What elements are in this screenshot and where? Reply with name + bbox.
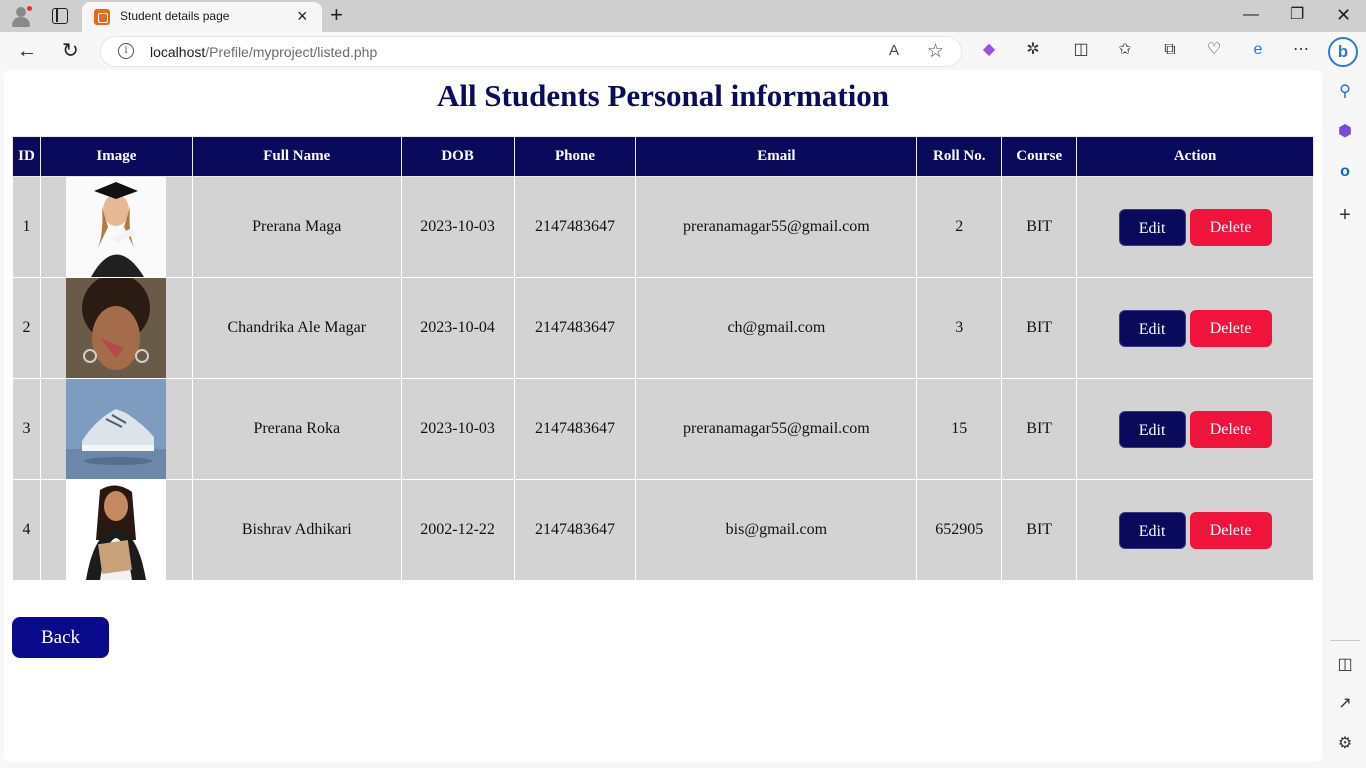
back-arrow-icon[interactable]: ← xyxy=(17,39,37,63)
graduate-woman-photo xyxy=(66,177,167,277)
cell-course: BIT xyxy=(1001,277,1078,379)
cell-email: preranamagar55@gmail.com xyxy=(635,176,918,278)
page-title: All Students Personal information xyxy=(436,78,890,113)
cell-action: Edit Delete xyxy=(1076,378,1314,480)
cell-action: Edit Delete xyxy=(1076,479,1314,581)
open-external-icon[interactable]: ↗ xyxy=(1335,694,1355,714)
search-icon[interactable]: ⚲ xyxy=(1335,82,1355,102)
header-roll-no: Roll No. xyxy=(916,136,1003,177)
close-window-icon[interactable]: ✕ xyxy=(1336,4,1351,26)
cell-course: BIT xyxy=(1001,176,1078,278)
favorite-star-icon[interactable]: ☆ xyxy=(927,40,944,63)
browser-essentials-icon[interactable]: ♡ xyxy=(1205,41,1223,59)
xampp-favicon-icon xyxy=(94,9,110,25)
delete-button[interactable]: Delete xyxy=(1189,511,1272,549)
profile-icon[interactable] xyxy=(9,5,33,27)
site-info-icon[interactable]: i xyxy=(118,43,134,59)
address-bar[interactable]: i localhost/Prefile/myproject/listed.php… xyxy=(100,36,962,67)
table-row: 3 Prerana Roka 2023-10-03 2147483647 pre… xyxy=(12,378,1314,480)
browser-sidebar: ⚲ ⬢ o + ◫ ↗ ⚙ xyxy=(1324,70,1366,768)
more-menu-icon[interactable]: ⋯ xyxy=(1292,41,1310,59)
cell-id: 4 xyxy=(12,479,41,581)
cell-course: BIT xyxy=(1001,378,1078,480)
header-action: Action xyxy=(1076,136,1314,177)
edge-icon[interactable]: e xyxy=(1249,41,1267,59)
favorites-icon[interactable]: ✩ xyxy=(1116,41,1134,59)
bing-icon[interactable]: b xyxy=(1328,37,1358,67)
cell-id: 3 xyxy=(12,378,41,480)
hide-sidebar-icon[interactable]: ◫ xyxy=(1335,655,1355,675)
refresh-icon[interactable]: ↻ xyxy=(62,39,79,63)
cell-full-name: Prerana Maga xyxy=(191,176,402,278)
browser-tab[interactable]: Student details page × xyxy=(82,2,322,32)
tab-actions-icon[interactable] xyxy=(52,8,68,24)
browser-toolbar: ← ↻ i localhost/Prefile/myproject/listed… xyxy=(0,32,1366,70)
cell-roll-no: 3 xyxy=(916,277,1003,379)
collections-icon[interactable]: ⧉ xyxy=(1161,41,1179,59)
edit-button[interactable]: Edit xyxy=(1118,410,1186,448)
restore-icon[interactable]: ❐ xyxy=(1290,4,1304,26)
cell-phone: 2147483647 xyxy=(513,479,637,581)
cell-phone: 2147483647 xyxy=(513,277,637,379)
cell-email: preranamagar55@gmail.com xyxy=(635,378,918,480)
split-screen-icon[interactable]: ◫ xyxy=(1072,41,1090,59)
student-woman-photo xyxy=(66,480,167,580)
table-row: 1 Prerana Maga 2023-10-03 2147483647 pre… xyxy=(12,176,1314,278)
woman-portrait-photo xyxy=(66,278,167,378)
extensions-icon[interactable]: ✲ xyxy=(1024,41,1042,59)
header-course: Course xyxy=(1001,136,1078,177)
cell-phone: 2147483647 xyxy=(513,176,637,278)
back-button[interactable]: Back xyxy=(12,617,109,658)
cell-dob: 2023-10-04 xyxy=(400,277,515,379)
delete-button[interactable]: Delete xyxy=(1189,309,1272,347)
page-viewport: All Students Personal information ID Ima… xyxy=(4,70,1322,762)
cell-full-name: Chandrika Ale Magar xyxy=(191,277,402,379)
cell-full-name: Bishrav Adhikari xyxy=(191,479,402,581)
cell-id: 1 xyxy=(12,176,41,278)
cell-course: BIT xyxy=(1001,479,1078,581)
cell-roll-no: 2 xyxy=(916,176,1003,278)
outlook-icon[interactable]: o xyxy=(1335,162,1355,182)
copilot-icon[interactable]: ◆ xyxy=(980,41,998,59)
edit-button[interactable]: Edit xyxy=(1118,511,1186,549)
header-dob: DOB xyxy=(400,136,515,177)
header-full-name: Full Name xyxy=(191,136,402,177)
close-tab-icon[interactable]: × xyxy=(297,6,308,26)
cell-email: bis@gmail.com xyxy=(635,479,918,581)
table-row: 2 Chandrika Ale Magar 2023-10-04 2147483… xyxy=(12,277,1314,379)
delete-button[interactable]: Delete xyxy=(1189,410,1272,448)
url-text[interactable]: localhost/Prefile/myproject/listed.php xyxy=(150,44,377,60)
cell-action: Edit Delete xyxy=(1076,176,1314,278)
cell-roll-no: 15 xyxy=(916,378,1003,480)
cell-dob: 2023-10-03 xyxy=(400,176,515,278)
cell-dob: 2002-12-22 xyxy=(400,479,515,581)
cell-phone: 2147483647 xyxy=(513,378,637,480)
minimize-icon[interactable]: — xyxy=(1243,4,1259,26)
table-row: 4 Bishrav Adhikari 2002-12-22 2147483647… xyxy=(12,479,1314,581)
copilot-sidebar-icon[interactable]: ⬢ xyxy=(1335,122,1355,142)
settings-gear-icon[interactable]: ⚙ xyxy=(1335,734,1355,754)
edit-button[interactable]: Edit xyxy=(1118,208,1186,246)
delete-button[interactable]: Delete xyxy=(1189,208,1272,246)
header-id: ID xyxy=(12,136,41,177)
edit-button[interactable]: Edit xyxy=(1118,309,1186,347)
header-phone: Phone xyxy=(513,136,637,177)
sneaker-photo xyxy=(66,379,167,479)
header-email: Email xyxy=(635,136,918,177)
new-tab-icon[interactable]: + xyxy=(330,3,343,27)
cell-roll-no: 652905 xyxy=(916,479,1003,581)
cell-action: Edit Delete xyxy=(1076,277,1314,379)
students-table: ID Image Full Name DOB Phone Email Roll … xyxy=(12,136,1314,581)
cell-email: ch@gmail.com xyxy=(635,277,918,379)
sidebar-divider xyxy=(1330,640,1360,641)
browser-title-bar: Student details page × + — ❐ ✕ xyxy=(0,0,1366,32)
cell-id: 2 xyxy=(12,277,41,379)
table-header-row: ID Image Full Name DOB Phone Email Roll … xyxy=(12,136,1314,177)
cell-dob: 2023-10-03 xyxy=(400,378,515,480)
read-aloud-icon[interactable]: A xyxy=(889,42,899,59)
add-icon[interactable]: + xyxy=(1335,205,1355,225)
header-image: Image xyxy=(39,136,193,177)
tab-title: Student details page xyxy=(120,9,230,23)
cell-full-name: Prerana Roka xyxy=(191,378,402,480)
